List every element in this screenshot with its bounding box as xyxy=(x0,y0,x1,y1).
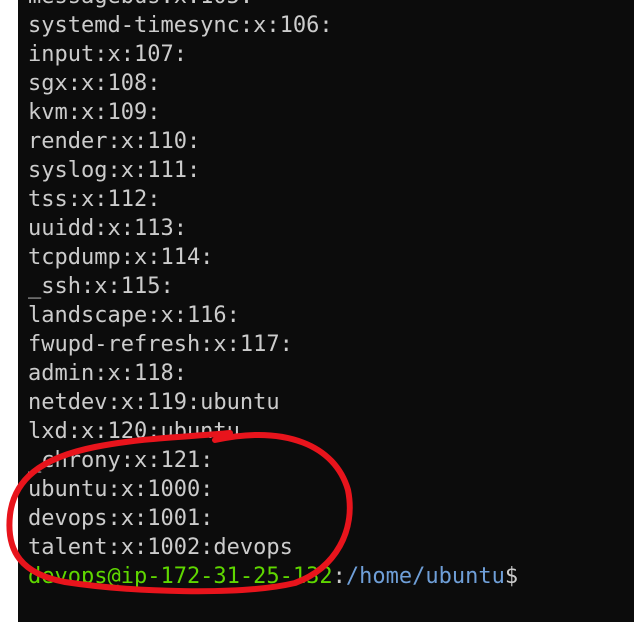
terminal-line: render:x:110: xyxy=(28,129,201,154)
terminal-line: input:x:107: xyxy=(28,42,187,67)
prompt-user-host: devops@ip-172-31-25-132 xyxy=(28,564,333,589)
terminal-line: tss:x:112: xyxy=(28,187,161,212)
terminal-line: devops:x:1001: xyxy=(28,506,214,531)
terminal-line: _chrony:x:121: xyxy=(28,448,214,473)
terminal-line: admin:x:118: xyxy=(28,361,187,386)
shell-prompt[interactable]: devops@ip-172-31-25-132:/home/ubuntu$ xyxy=(28,562,518,591)
terminal-output: messagebus:x:105: systemd-timesync:x:106… xyxy=(28,0,518,591)
terminal-line: lxd:x:120:ubuntu xyxy=(28,419,240,444)
terminal-line: syslog:x:111: xyxy=(28,158,201,183)
prompt-colon: : xyxy=(332,564,346,589)
terminal-window[interactable]: messagebus:x:105: systemd-timesync:x:106… xyxy=(18,0,634,622)
terminal-line: fwupd-refresh:x:117: xyxy=(28,332,293,357)
terminal-line: systemd-timesync:x:106: xyxy=(28,13,333,38)
prompt-path: /home/ubuntu xyxy=(345,564,505,589)
terminal-line: ubuntu:x:1000: xyxy=(28,477,214,502)
terminal-line: netdev:x:119:ubuntu xyxy=(28,390,280,415)
terminal-line: sgx:x:108: xyxy=(28,71,161,96)
prompt-symbol: $ xyxy=(504,564,519,589)
terminal-line: _ssh:x:115: xyxy=(28,274,174,299)
terminal-line: kvm:x:109: xyxy=(28,100,161,125)
terminal-line: messagebus:x:105: xyxy=(28,0,518,11)
terminal-line: tcpdump:x:114: xyxy=(28,245,214,270)
terminal-line: uuidd:x:113: xyxy=(28,216,187,241)
terminal-line: landscape:x:116: xyxy=(28,303,240,328)
terminal-line: talent:x:1002:devops xyxy=(28,535,293,560)
